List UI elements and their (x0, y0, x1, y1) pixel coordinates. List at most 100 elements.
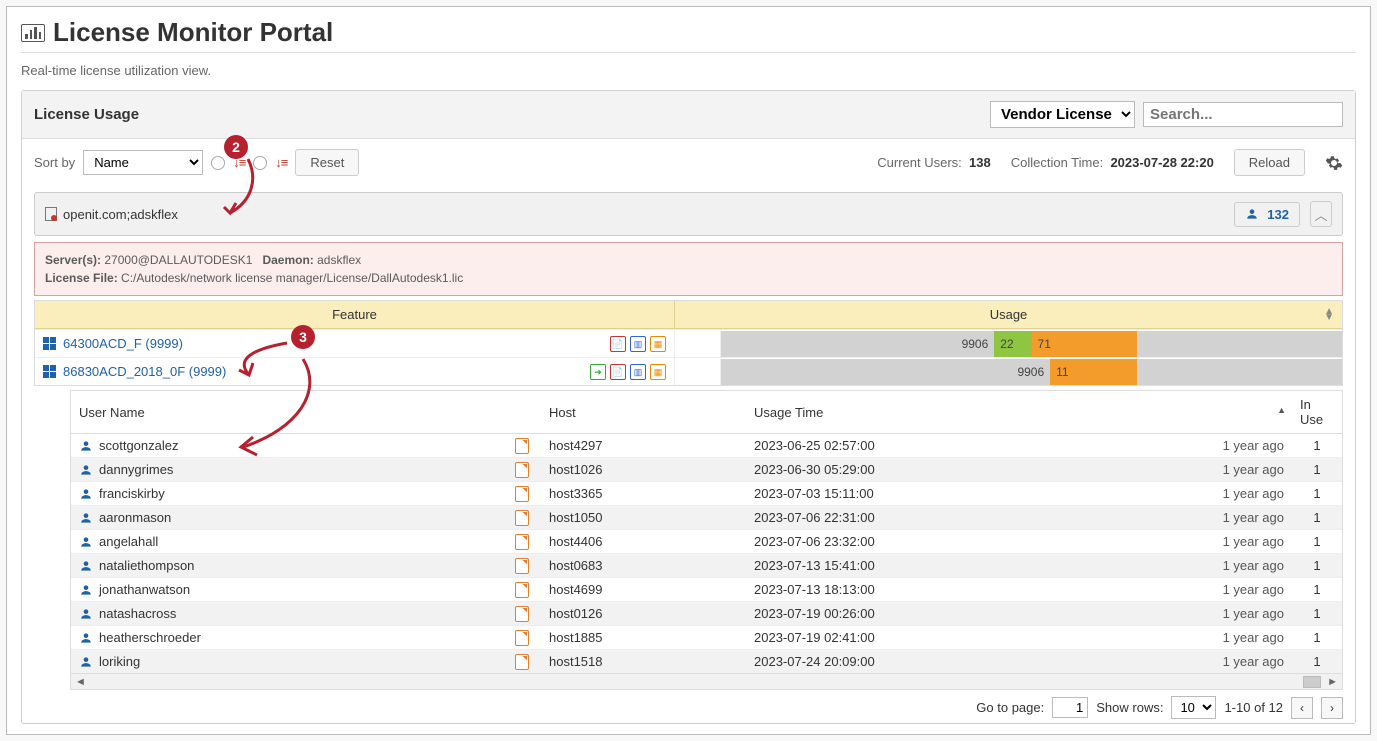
portal-icon (21, 24, 45, 42)
current-users-value: 138 (969, 155, 991, 170)
user-name: loriking (99, 654, 140, 669)
table-row[interactable]: natashacrosshost01262023-07-19 00:26:001… (71, 602, 1342, 626)
grid-icon (43, 337, 57, 351)
table-row[interactable]: franciskirbyhost33652023-07-03 15:11:001… (71, 482, 1342, 506)
user-doc-icon[interactable] (515, 606, 529, 622)
user-name: dannygrimes (99, 462, 173, 477)
in-use: 1 (1292, 530, 1342, 554)
page-title: License Monitor Portal (53, 17, 333, 48)
user-doc-icon[interactable] (515, 582, 529, 598)
chart-icon[interactable]: ▥ (630, 364, 646, 380)
person-icon (79, 655, 93, 669)
usage-total: 9906 (721, 359, 1050, 385)
user-doc-icon[interactable] (515, 510, 529, 526)
grid-icon (43, 365, 57, 379)
prev-page-button[interactable]: ‹ (1291, 697, 1313, 719)
table-row[interactable]: heatherschroeder host1885 2023-07-19 02:41… (71, 626, 1342, 650)
usage-total: 9906 (721, 331, 994, 357)
usage-ago: 1 year ago (1223, 534, 1284, 549)
in-use: 1 (1292, 482, 1342, 506)
column-host[interactable]: Host (541, 391, 746, 434)
in-use: 1 (1292, 506, 1342, 530)
usage-time: 2023-06-25 02:57:00 (754, 438, 875, 453)
user-doc-icon[interactable] (515, 630, 529, 646)
feature-row: 64300ACD_F (9999)📄▥▦99062271 (35, 329, 1342, 357)
person-icon (79, 487, 93, 501)
usage-ago: 1 year ago (1223, 558, 1284, 573)
person-icon (79, 631, 93, 645)
server-icon (45, 207, 57, 221)
annotation-2: 2 (224, 135, 248, 159)
column-usage[interactable]: Usage ▲▼ (675, 301, 1342, 328)
table-row[interactable]: angelahall host4406 2023-07-06 23:32:00 1 y… (71, 530, 1342, 554)
license-type-select[interactable]: Vendor License (990, 101, 1135, 128)
server-header[interactable]: openit.com;adskflex 132 ︿ (34, 192, 1343, 236)
export-icon[interactable]: ➜ (590, 364, 606, 380)
feature-link[interactable]: 86830ACD_2018_0F (9999) (63, 364, 226, 379)
table-icon[interactable]: ▦ (650, 336, 666, 352)
user-name: heatherschroeder (99, 630, 201, 645)
column-in-use[interactable]: In Use (1292, 391, 1342, 434)
person-icon (79, 535, 93, 549)
column-feature[interactable]: Feature (35, 301, 675, 328)
collapse-icon[interactable]: ︿ (1310, 201, 1332, 227)
page-range: 1-10 of 12 (1224, 700, 1283, 715)
table-row[interactable]: aaronmasonhost10502023-07-06 22:31:001 y… (71, 506, 1342, 530)
next-page-button[interactable]: › (1321, 697, 1343, 719)
in-use: 1 (1292, 602, 1342, 626)
goto-page-label: Go to page: (976, 700, 1044, 715)
usage-time: 2023-07-13 18:13:00 (754, 582, 875, 597)
reset-button[interactable]: Reset (295, 149, 359, 176)
usage-time: 2023-07-06 23:32:00 (754, 534, 875, 549)
usage-segment: 22 (994, 331, 1031, 357)
sort-desc-radio[interactable] (253, 156, 267, 170)
user-doc-icon[interactable] (515, 534, 529, 550)
collection-time-label: Collection Time: (1011, 155, 1103, 170)
goto-page-input[interactable] (1052, 697, 1088, 718)
usage-time: 2023-07-06 22:31:00 (754, 510, 875, 525)
doc-icon[interactable]: 📄 (610, 364, 626, 380)
table-icon[interactable]: ▦ (650, 364, 666, 380)
table-row[interactable]: nataliethompsonhost06832023-07-13 15:41:… (71, 554, 1342, 578)
annotation-3: 3 (291, 325, 315, 349)
horizontal-scrollbar[interactable]: ◄ ► (71, 673, 1342, 689)
feature-link[interactable]: 64300ACD_F (9999) (63, 336, 183, 351)
user-doc-icon[interactable] (515, 654, 529, 670)
show-rows-select[interactable]: 10 (1171, 696, 1216, 719)
user-doc-icon[interactable] (515, 462, 529, 478)
usage-segment: 11 (1050, 359, 1137, 385)
in-use: 1 (1292, 458, 1342, 482)
user-doc-icon[interactable] (515, 486, 529, 502)
doc-icon[interactable]: 📄 (610, 336, 626, 352)
sort-asc-radio[interactable] (211, 156, 225, 170)
user-doc-icon[interactable] (515, 438, 529, 454)
usage-ago: 1 year ago (1223, 486, 1284, 501)
person-icon (1245, 207, 1259, 221)
chart-icon[interactable]: ▥ (630, 336, 646, 352)
usage-time: 2023-07-24 20:09:00 (754, 654, 875, 669)
host-cell: host4406 (541, 530, 746, 554)
host-cell: host1885 (541, 626, 746, 650)
sort-by-label: Sort by (34, 155, 75, 170)
table-row[interactable]: scottgonzalezhost42972023-06-25 02:57:00… (71, 434, 1342, 458)
column-usage-time[interactable]: Usage Time (746, 391, 1292, 434)
search-input[interactable] (1143, 102, 1343, 127)
table-row[interactable]: dannygrimeshost10262023-06-30 05:29:001 … (71, 458, 1342, 482)
usage-time: 2023-07-19 02:41:00 (754, 630, 875, 645)
features-table: Feature Usage ▲▼ 64300ACD_F (9999) 📄▥▦ 990… (34, 300, 1343, 386)
host-cell: host4297 (541, 434, 746, 458)
sort-both-icon: ▲▼ (1324, 309, 1334, 321)
column-user-name[interactable]: User Name (71, 391, 541, 434)
gear-icon[interactable] (1325, 154, 1343, 172)
user-name: jonathanwatson (99, 582, 190, 597)
table-row[interactable]: jonathanwatsonhost46992023-07-13 18:13:0… (71, 578, 1342, 602)
user-name: franciskirby (99, 486, 165, 501)
table-row[interactable]: lorikinghost15182023-07-24 20:09:001 yea… (71, 650, 1342, 674)
sort-field-select[interactable]: Name (83, 150, 203, 175)
reload-button[interactable]: Reload (1234, 149, 1305, 176)
in-use: 1 (1292, 626, 1342, 650)
user-name: angelahall (99, 534, 158, 549)
host-cell: host0683 (541, 554, 746, 578)
user-doc-icon[interactable] (515, 558, 529, 574)
feature-row: 86830ACD_2018_0F (9999) ➜📄▥▦ 990611 (35, 357, 1342, 385)
